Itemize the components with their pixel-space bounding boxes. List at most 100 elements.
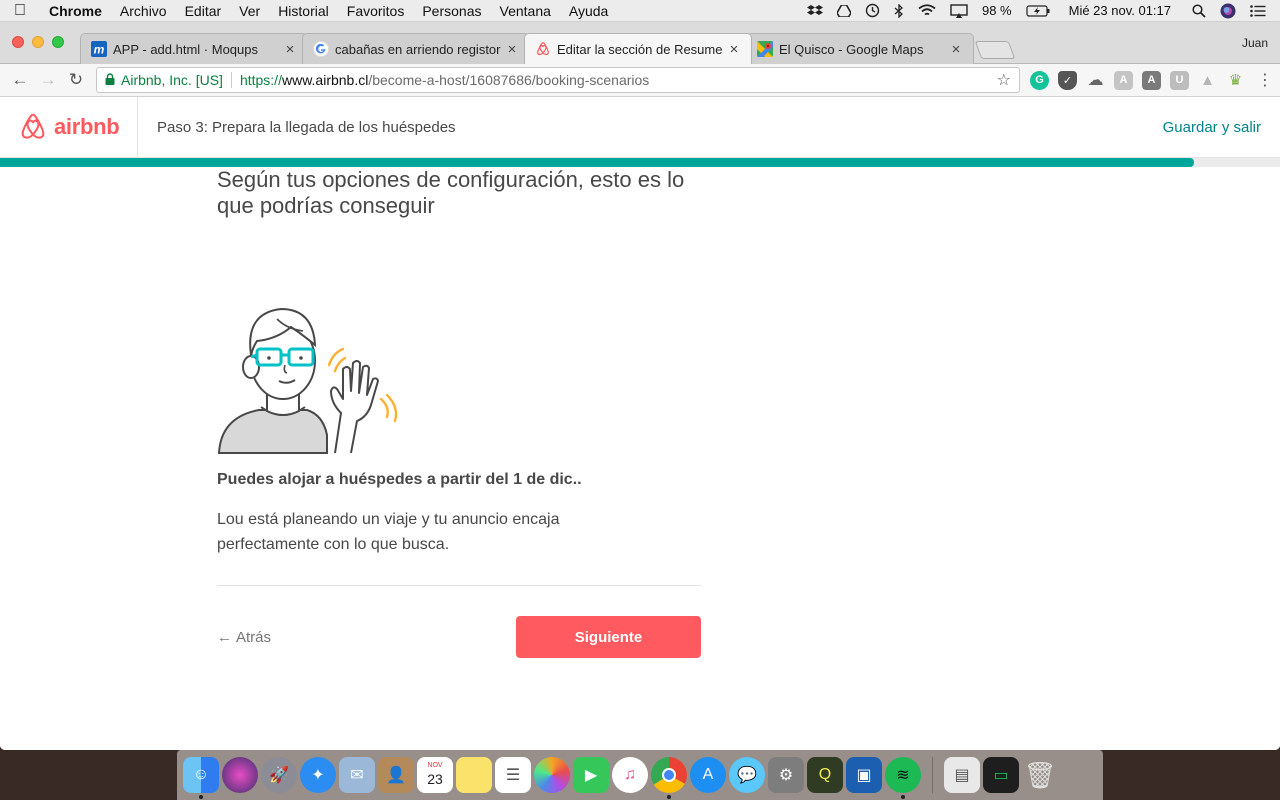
address-bar[interactable]: Airbnb, Inc. [US] https:// www.airbnb.cl… <box>96 67 1020 93</box>
arrow-left-icon: ← <box>217 628 232 646</box>
menu-personas[interactable]: Personas <box>413 3 490 19</box>
address-divider <box>230 72 232 88</box>
dock: ☺ 🚀 ✦ ✉ 👤 NOV 23 ☰ ▶ ♫ A 💬 ⚙ Q ▣ ≋ ▤ ▭ 🗑 <box>177 750 1103 800</box>
calendar-day: 23 <box>427 771 443 787</box>
menu-ventana[interactable]: Ventana <box>491 3 560 19</box>
close-window-button[interactable] <box>12 36 24 48</box>
u-icon[interactable]: U <box>1170 70 1189 90</box>
svg-text:m: m <box>94 43 105 57</box>
angular-icon-2[interactable]: A <box>1142 70 1161 90</box>
apple-menu-icon[interactable]:  <box>0 2 40 20</box>
menu-historial[interactable]: Historial <box>269 3 338 19</box>
progress-bar <box>0 158 1280 167</box>
reminders-icon[interactable]: ☰ <box>495 757 531 793</box>
drive-icon[interactable]: ▲ <box>1198 71 1217 90</box>
airbnb-logo[interactable]: airbnb <box>0 96 138 158</box>
forward-arrow-icon[interactable]: → <box>34 70 62 90</box>
chrome-menu-icon[interactable]: ⋮ <box>1257 70 1273 90</box>
tab-google-maps[interactable]: El Quisco - Google Maps × <box>746 33 974 64</box>
bluetooth-icon[interactable] <box>887 3 911 18</box>
trash-icon[interactable]: 🗑 <box>1022 757 1058 793</box>
clock[interactable]: Mié 23 nov. 01:17 <box>1057 3 1185 18</box>
scenario-description: Lou está planeando un viaje y tu anuncio… <box>217 511 560 553</box>
spotify-icon[interactable]: ≋ <box>885 757 921 799</box>
angular-icon-1[interactable]: A <box>1114 70 1133 90</box>
menu-bar:  Chrome Archivo Editar Ver Historial Fa… <box>0 0 1280 22</box>
siri-dock-icon[interactable] <box>222 757 258 793</box>
menu-app-name[interactable]: Chrome <box>40 3 111 19</box>
close-tab-icon[interactable]: × <box>283 41 297 58</box>
url-host: www.airbnb.cl <box>281 72 369 88</box>
close-tab-icon[interactable]: × <box>949 41 963 58</box>
menu-ayuda[interactable]: Ayuda <box>560 3 617 19</box>
bookmark-star-icon[interactable]: ☆ <box>997 70 1011 90</box>
basket-icon[interactable]: ♛ <box>1226 71 1245 90</box>
notification-center-icon[interactable] <box>1243 4 1280 17</box>
site-identity: Airbnb, Inc. [US] <box>121 72 223 88</box>
app-store-icon[interactable]: A <box>690 757 726 793</box>
launchpad-icon[interactable]: 🚀 <box>261 757 297 793</box>
reload-icon[interactable]: ↻ <box>62 70 90 90</box>
tab-google-search[interactable]: cabañas en arriendo registor - × <box>302 33 530 64</box>
tab-strip: m APP - add.html · Moqups × cabañas en a… <box>0 22 1280 64</box>
availability-heading: Puedes alojar a huéspedes a partir del 1… <box>217 471 582 488</box>
menu-ver[interactable]: Ver <box>230 3 269 19</box>
step-title: Paso 3: Prepara la llegada de los huéspe… <box>157 118 456 136</box>
browser-toolbar: ← → ↻ Airbnb, Inc. [US] https:// www.air… <box>0 64 1280 97</box>
photos-icon[interactable] <box>534 757 570 793</box>
contacts-icon[interactable]: 👤 <box>378 757 414 793</box>
minimize-window-button[interactable] <box>32 36 44 48</box>
notes-icon[interactable] <box>456 757 492 793</box>
zoom-window-button[interactable] <box>52 36 64 48</box>
itunes-icon[interactable]: ♫ <box>612 757 648 793</box>
back-arrow-icon[interactable]: ← <box>6 70 34 90</box>
browser-window: m APP - add.html · Moqups × cabañas en a… <box>0 22 1280 750</box>
sourcetree-icon[interactable]: ▣ <box>846 757 882 793</box>
menu-editar[interactable]: Editar <box>176 3 231 19</box>
extensions-bar: G ✓ ☁ A A U ▲ ♛ <box>1030 70 1245 90</box>
close-tab-icon[interactable]: × <box>727 41 741 58</box>
menu-archivo[interactable]: Archivo <box>111 3 176 19</box>
close-tab-icon[interactable]: × <box>505 41 519 58</box>
main-content: Según tus opciones de configuración, est… <box>217 167 701 658</box>
window-controls <box>12 36 64 48</box>
safari-icon[interactable]: ✦ <box>300 757 336 793</box>
airplay-icon[interactable] <box>943 3 975 18</box>
mail-icon[interactable]: ✉ <box>339 757 375 793</box>
save-and-exit-link[interactable]: Guardar y salir <box>1163 119 1261 136</box>
content-divider <box>217 585 701 586</box>
calendar-icon[interactable]: NOV 23 <box>417 757 453 793</box>
messages-icon[interactable]: 💬 <box>729 757 765 793</box>
drive-status-icon[interactable] <box>830 4 858 17</box>
wifi-icon[interactable] <box>911 4 943 17</box>
back-link[interactable]: ← Atrás <box>217 629 271 646</box>
tab-moqups[interactable]: m APP - add.html · Moqups × <box>80 33 308 64</box>
spotlight-icon[interactable] <box>1185 3 1213 18</box>
tab-title: Editar la sección de Resumen c <box>557 41 723 57</box>
tab-title: cabañas en arriendo registor - <box>335 41 501 57</box>
chrome-dock-icon[interactable] <box>651 757 687 799</box>
documents-stack-icon[interactable]: ▤ <box>944 757 980 793</box>
tab-airbnb[interactable]: Editar la sección de Resumen c × <box>524 33 752 64</box>
dropbox-icon[interactable] <box>800 4 830 18</box>
calendar-month: NOV <box>427 762 443 769</box>
finder-icon[interactable]: ☺ <box>183 757 219 799</box>
battery-percent[interactable]: 98 % <box>975 3 1019 18</box>
next-button[interactable]: Siguiente <box>516 616 701 658</box>
qgis-icon[interactable]: Q <box>807 757 843 793</box>
new-tab-button[interactable] <box>974 41 1016 59</box>
moqups-icon: m <box>91 41 107 57</box>
facetime-icon[interactable]: ▶ <box>573 757 609 793</box>
profile-name[interactable]: Juan <box>1242 36 1268 50</box>
pocket-icon[interactable]: ✓ <box>1058 70 1077 90</box>
grammarly-icon[interactable]: G <box>1030 70 1049 90</box>
maps-icon <box>757 41 773 57</box>
cloud-icon[interactable]: ☁ <box>1086 71 1105 90</box>
battery-icon[interactable] <box>1019 4 1057 17</box>
system-preferences-icon[interactable]: ⚙ <box>768 757 804 793</box>
menu-favoritos[interactable]: Favoritos <box>338 3 414 19</box>
terminal-window-icon[interactable]: ▭ <box>983 757 1019 793</box>
tab-title: APP - add.html · Moqups <box>113 41 258 57</box>
time-machine-icon[interactable] <box>858 3 887 18</box>
siri-icon[interactable] <box>1213 3 1243 19</box>
